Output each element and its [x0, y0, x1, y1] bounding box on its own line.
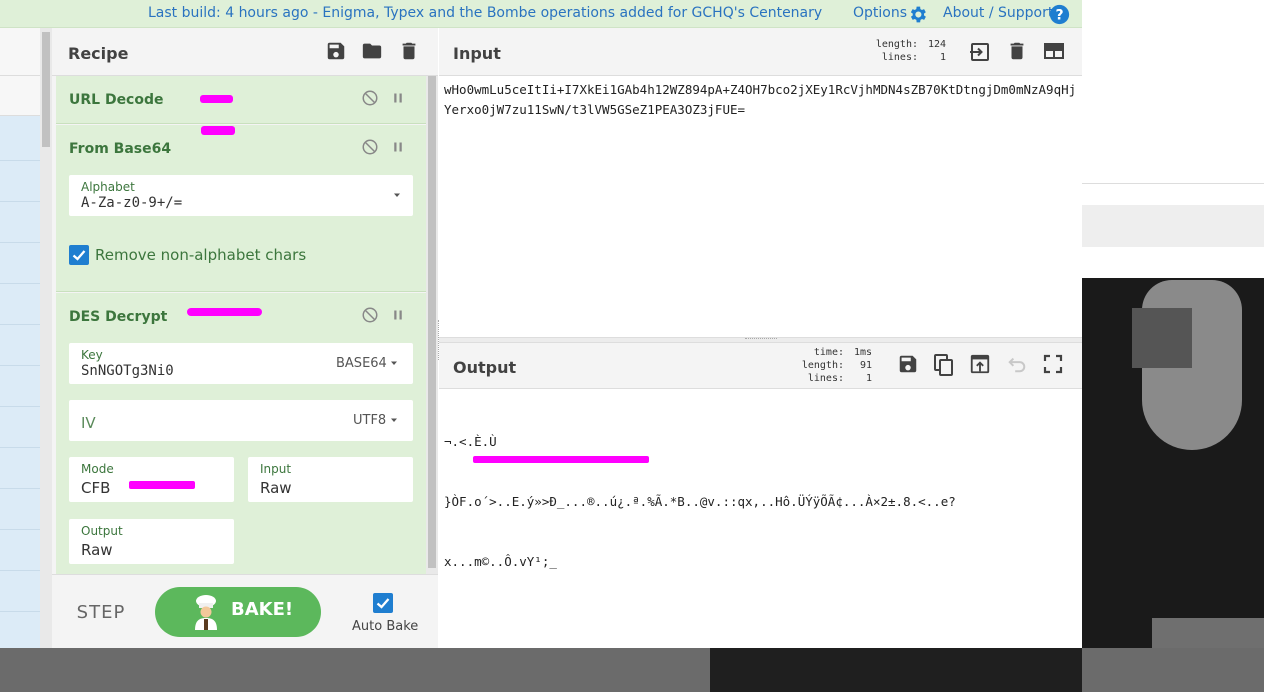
background-image	[1082, 278, 1264, 692]
mode-label: Mode	[81, 462, 114, 476]
input-format-value: Raw	[260, 479, 292, 497]
alphabet-label: Alphabet	[81, 180, 135, 194]
alphabet-select[interactable]: Alphabet A-Za-z0-9+/=	[69, 175, 413, 216]
auto-bake-checkbox[interactable]	[373, 593, 393, 613]
operations-scroll-thumb[interactable]	[42, 32, 50, 147]
output-line: ¬.<.È.Ù	[444, 434, 497, 449]
input-to-new-tab-icon[interactable]	[968, 40, 992, 64]
operation-title: From Base64	[69, 141, 172, 157]
remove-non-alphabet-label[interactable]: Remove non-alphabet chars	[95, 246, 306, 264]
redaction-mark	[129, 481, 195, 489]
redaction-mark	[473, 456, 649, 463]
recipe-title: Recipe	[68, 44, 129, 63]
output-format-select[interactable]: Output Raw	[69, 519, 234, 564]
background-shape	[710, 648, 1082, 692]
input-stat-values: 124 1	[927, 39, 946, 63]
options-link[interactable]: Options	[853, 5, 907, 21]
bake-label: BAKE!	[231, 599, 294, 620]
chevron-down-icon	[392, 190, 402, 200]
output-format-value: Raw	[81, 541, 113, 559]
output-title: Output	[453, 358, 517, 377]
layout-icon[interactable]	[1043, 41, 1065, 61]
key-label: Key	[81, 348, 103, 362]
auto-bake-label[interactable]: Auto Bake	[352, 619, 418, 634]
output-stat-values: 1ms 91 1	[853, 347, 872, 384]
build-notice[interactable]: Last build: 4 hours ago - Enigma, Typex …	[148, 5, 822, 21]
pause-icon[interactable]	[389, 306, 407, 324]
copy-icon[interactable]	[933, 353, 955, 377]
operations-list[interactable]	[0, 116, 40, 648]
gear-icon[interactable]	[907, 4, 928, 25]
operation-title: DES Decrypt	[69, 309, 168, 325]
save-recipe-icon[interactable]	[325, 40, 349, 64]
disable-icon[interactable]	[361, 306, 379, 324]
input-format-label: Input	[260, 462, 292, 476]
output-line: x...m©..Ô.vY¹;_	[444, 554, 557, 569]
redaction-mark	[201, 126, 235, 135]
pause-icon[interactable]	[389, 89, 407, 107]
disable-icon[interactable]	[361, 138, 379, 156]
trash-icon[interactable]	[398, 40, 422, 64]
help-icon[interactable]: ?	[1049, 4, 1070, 25]
operation-title: URL Decode	[69, 92, 164, 108]
about-support-link[interactable]: About / Support	[943, 5, 1053, 21]
output-text[interactable]: ¬.<.È.Ù }ÒF.o´>..E.ý»>Ð_...®..ú¿.ª.%Ã.*B…	[444, 392, 1078, 592]
save-output-icon[interactable]	[897, 353, 919, 375]
iv-encoding-dropdown[interactable]: UTF8	[353, 413, 386, 428]
alphabet-value: A-Za-z0-9+/=	[81, 195, 183, 211]
svg-text:?: ?	[1055, 7, 1063, 23]
iv-field[interactable]: IV UTF8	[69, 400, 413, 441]
output-format-label: Output	[81, 524, 123, 538]
key-encoding-dropdown[interactable]: BASE64	[336, 356, 387, 371]
replace-input-icon[interactable]	[969, 353, 991, 375]
input-stat-labels: length: lines:	[875, 39, 918, 63]
folder-icon[interactable]	[361, 40, 385, 64]
redaction-mark	[200, 95, 233, 103]
mode-select[interactable]: Mode CFB	[69, 457, 234, 502]
chef-icon	[192, 594, 220, 630]
input-textarea[interactable]: wHo0wmLu5ceItIi+I7XkEi1GAb4h12WZ894pA+Z4…	[444, 80, 1078, 120]
recipe-scroll-thumb[interactable]	[428, 76, 436, 568]
chevron-down-icon	[389, 415, 399, 425]
background-bar	[1082, 205, 1264, 247]
key-value[interactable]: SnNGOTg3Ni0	[81, 363, 174, 379]
iv-label: IV	[81, 414, 96, 432]
output-stat-labels: time: length: lines:	[801, 347, 844, 384]
mode-value: CFB	[81, 479, 111, 497]
background-shape	[1132, 308, 1192, 368]
chevron-down-icon	[389, 358, 399, 368]
input-title: Input	[453, 44, 501, 63]
input-format-select[interactable]: Input Raw	[248, 457, 413, 502]
step-button[interactable]: STEP	[68, 596, 134, 630]
disable-icon[interactable]	[361, 89, 379, 107]
redaction-mark	[187, 308, 262, 316]
pause-icon[interactable]	[389, 138, 407, 156]
remove-non-alphabet-checkbox[interactable]	[69, 245, 89, 265]
output-line: }ÒF.o´>..E.ý»>Ð_...®..ú¿.ª.%Ã.*B..@v.::q…	[444, 494, 956, 509]
undo-icon[interactable]	[1006, 354, 1028, 374]
clear-input-icon[interactable]	[1006, 40, 1028, 62]
background-taskbar	[0, 648, 1264, 692]
background-divider	[1082, 183, 1264, 184]
maximise-icon[interactable]	[1043, 354, 1063, 374]
key-field[interactable]: Key SnNGOTg3Ni0 BASE64	[69, 343, 413, 384]
ops-divider	[0, 75, 40, 76]
resize-grip	[745, 338, 777, 340]
